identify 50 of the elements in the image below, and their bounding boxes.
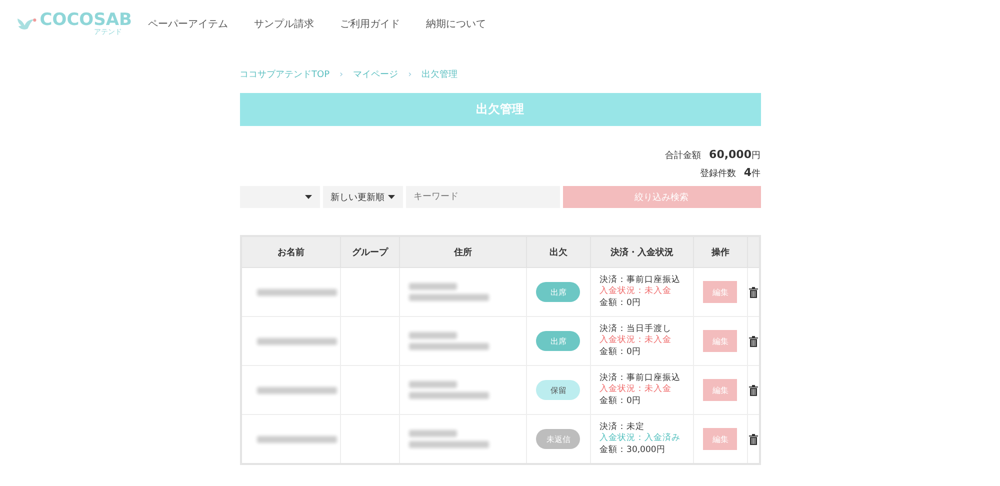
trash-icon[interactable] bbox=[748, 434, 758, 444]
page-title-banner: 出欠管理 bbox=[240, 93, 760, 126]
column-header: お名前 bbox=[240, 236, 341, 268]
trash-icon[interactable] bbox=[748, 336, 758, 346]
summary-value: 60,000円 bbox=[709, 148, 760, 162]
deposit-status: 入金状況：未入金 bbox=[600, 384, 673, 396]
edit-button[interactable]: 編集 bbox=[703, 281, 738, 303]
breadcrumb-separator: › bbox=[408, 70, 412, 80]
summary-label: 合計金額 bbox=[665, 150, 702, 162]
attendance-status-pill[interactable]: 出席 bbox=[536, 282, 580, 302]
breadcrumb-link[interactable]: 出欠管理 bbox=[422, 68, 458, 81]
edit-button[interactable]: 編集 bbox=[703, 330, 738, 352]
nav-link[interactable]: 納期について bbox=[426, 17, 486, 31]
payment-method: 決済：当日手渡し bbox=[600, 324, 673, 335]
nav-link[interactable]: サンプル請求 bbox=[254, 17, 314, 31]
nav-link[interactable]: ペーパーアイテム bbox=[148, 17, 228, 31]
column-header: グループ bbox=[340, 236, 400, 268]
amount-text: 金額：30,000円 bbox=[600, 444, 666, 456]
column-header: 住所 bbox=[399, 236, 527, 268]
caret-icon bbox=[304, 195, 312, 199]
column-header: 出欠 bbox=[526, 236, 590, 268]
search-button[interactable]: 絞り込み検索 bbox=[562, 186, 760, 208]
payment-method: 決済：未定 bbox=[600, 422, 646, 433]
edit-button[interactable]: 編集 bbox=[703, 428, 738, 450]
attendance-status-pill[interactable]: 出席 bbox=[536, 331, 580, 351]
column-header: 決済・入金状況 bbox=[590, 236, 694, 268]
nav-link[interactable]: ご利用ガイド bbox=[340, 17, 400, 31]
breadcrumb-link[interactable]: マイページ bbox=[353, 68, 398, 81]
summary-label: 登録件数 bbox=[700, 168, 736, 180]
trash-icon[interactable] bbox=[748, 286, 758, 298]
breadcrumb-link[interactable]: ココサブアテンドTOP bbox=[240, 68, 330, 81]
logo-text[interactable]: COCOSAB bbox=[40, 12, 132, 29]
payment-method: 決済：事前口座振込 bbox=[600, 274, 682, 286]
trash-icon[interactable] bbox=[748, 384, 758, 396]
attendance-status-pill[interactable]: 未返信 bbox=[536, 429, 580, 449]
deposit-status: 入金状況：入金済み bbox=[600, 433, 682, 445]
keyword-field[interactable]: キーワード bbox=[406, 186, 560, 208]
caret-icon bbox=[388, 195, 394, 199]
summary-value: 4件 bbox=[744, 166, 760, 180]
sort-select[interactable]: 新しい更新順 bbox=[322, 186, 402, 208]
amount-text: 金額：0円 bbox=[600, 396, 642, 408]
deposit-status: 入金状況：未入金 bbox=[600, 335, 673, 347]
amount-text: 金額：0円 bbox=[600, 298, 642, 310]
attendance-status-pill[interactable]: 保留 bbox=[536, 380, 580, 400]
edit-button[interactable]: 編集 bbox=[703, 379, 738, 401]
deposit-status: 入金状況：未入金 bbox=[600, 286, 673, 298]
amount-text: 金額：0円 bbox=[600, 346, 642, 358]
breadcrumb-separator: › bbox=[340, 70, 344, 80]
column-header: 操作 bbox=[694, 236, 747, 268]
payment-method: 決済：事前口座振込 bbox=[600, 372, 682, 384]
